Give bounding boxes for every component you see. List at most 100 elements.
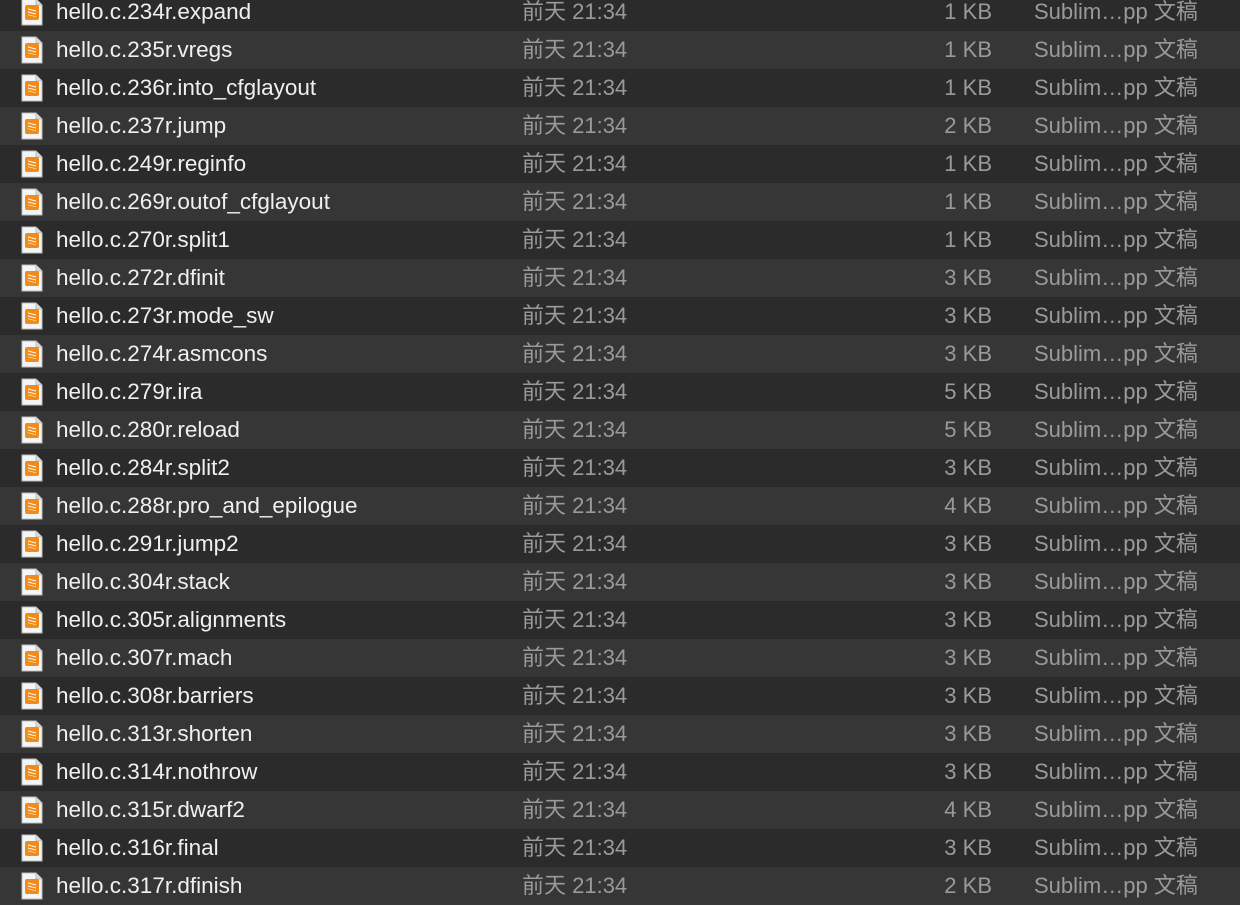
file-row[interactable]: hello.c.234r.expand 前天 21:34 1 KB Sublim… — [0, 0, 1240, 31]
file-date-modified: 前天 21:34 — [522, 455, 628, 480]
file-size: 3 KB — [944, 455, 992, 480]
file-size: 3 KB — [944, 303, 992, 328]
file-size: 3 KB — [944, 683, 992, 708]
file-row[interactable]: hello.c.274r.asmcons 前天 21:34 3 KB Subli… — [0, 335, 1240, 373]
file-name: hello.c.291r.jump2 — [56, 531, 239, 556]
file-date-modified: 前天 21:34 — [522, 75, 628, 100]
file-name: hello.c.308r.barriers — [56, 683, 254, 708]
file-row[interactable]: hello.c.307r.mach 前天 21:34 3 KB Sublim…p… — [0, 639, 1240, 677]
file-row[interactable]: hello.c.284r.split2 前天 21:34 3 KB Sublim… — [0, 449, 1240, 487]
file-row[interactable]: hello.c.305r.alignments 前天 21:34 3 KB Su… — [0, 601, 1240, 639]
sublime-document-icon — [21, 530, 43, 558]
sublime-document-icon — [21, 264, 43, 292]
file-row[interactable]: hello.c.314r.nothrow 前天 21:34 3 KB Subli… — [0, 753, 1240, 791]
file-name: hello.c.307r.mach — [56, 645, 233, 670]
file-row[interactable]: hello.c.272r.dfinit 前天 21:34 3 KB Sublim… — [0, 259, 1240, 297]
file-name: hello.c.270r.split1 — [56, 227, 230, 252]
file-row[interactable]: hello.c.236r.into_cfglayout 前天 21:34 1 K… — [0, 69, 1240, 107]
file-row[interactable]: hello.c.291r.jump2 前天 21:34 3 KB Sublim…… — [0, 525, 1240, 563]
sublime-document-icon — [21, 796, 43, 824]
file-kind: Sublim…pp 文稿 — [1034, 455, 1198, 480]
file-kind: Sublim…pp 文稿 — [1034, 113, 1198, 138]
file-date-modified: 前天 21:34 — [522, 0, 628, 24]
file-row[interactable]: hello.c.288r.pro_and_epilogue 前天 21:34 4… — [0, 487, 1240, 525]
file-date-modified: 前天 21:34 — [522, 873, 628, 898]
file-size: 3 KB — [944, 341, 992, 366]
file-row[interactable]: hello.c.279r.ira 前天 21:34 5 KB Sublim…pp… — [0, 373, 1240, 411]
sublime-document-icon — [21, 378, 43, 406]
file-row[interactable]: hello.c.249r.reginfo 前天 21:34 1 KB Subli… — [0, 145, 1240, 183]
file-size: 3 KB — [944, 759, 992, 784]
file-kind: Sublim…pp 文稿 — [1034, 493, 1198, 518]
file-name: hello.c.272r.dfinit — [56, 265, 225, 290]
file-row[interactable]: hello.c.235r.vregs 前天 21:34 1 KB Sublim…… — [0, 31, 1240, 69]
file-name: hello.c.235r.vregs — [56, 37, 233, 62]
file-date-modified: 前天 21:34 — [522, 227, 628, 252]
file-kind: Sublim…pp 文稿 — [1034, 341, 1198, 366]
sublime-document-icon — [21, 454, 43, 482]
sublime-document-icon — [21, 36, 43, 64]
sublime-document-icon — [21, 416, 43, 444]
file-row[interactable]: hello.c.308r.barriers 前天 21:34 3 KB Subl… — [0, 677, 1240, 715]
file-size: 5 KB — [944, 417, 992, 442]
file-size: 3 KB — [944, 531, 992, 556]
file-kind: Sublim…pp 文稿 — [1034, 303, 1198, 328]
file-kind: Sublim…pp 文稿 — [1034, 265, 1198, 290]
file-kind: Sublim…pp 文稿 — [1034, 607, 1198, 632]
file-row[interactable]: hello.c.273r.mode_sw 前天 21:34 3 KB Subli… — [0, 297, 1240, 335]
file-date-modified: 前天 21:34 — [522, 417, 628, 442]
sublime-document-icon — [21, 150, 43, 178]
file-name: hello.c.314r.nothrow — [56, 759, 258, 784]
sublime-document-icon — [21, 340, 43, 368]
sublime-document-icon — [21, 226, 43, 254]
file-name: hello.c.313r.shorten — [56, 721, 253, 746]
file-name: hello.c.317r.dfinish — [56, 873, 243, 898]
file-size: 4 KB — [944, 493, 992, 518]
file-kind: Sublim…pp 文稿 — [1034, 379, 1198, 404]
file-size: 1 KB — [944, 37, 992, 62]
file-date-modified: 前天 21:34 — [522, 113, 628, 138]
file-list: hello.c.234r.expand 前天 21:34 1 KB Sublim… — [0, 0, 1240, 905]
file-kind: Sublim…pp 文稿 — [1034, 759, 1198, 784]
file-row[interactable]: hello.c.304r.stack 前天 21:34 3 KB Sublim…… — [0, 563, 1240, 601]
file-size: 3 KB — [944, 721, 992, 746]
file-row[interactable]: hello.c.270r.split1 前天 21:34 1 KB Sublim… — [0, 221, 1240, 259]
sublime-document-icon — [21, 0, 43, 26]
file-kind: Sublim…pp 文稿 — [1034, 417, 1198, 442]
sublime-document-icon — [21, 720, 43, 748]
file-date-modified: 前天 21:34 — [522, 759, 628, 784]
file-row[interactable]: hello.c.280r.reload 前天 21:34 5 KB Sublim… — [0, 411, 1240, 449]
file-name: hello.c.249r.reginfo — [56, 151, 247, 176]
file-date-modified: 前天 21:34 — [522, 645, 628, 670]
file-size: 1 KB — [944, 151, 992, 176]
sublime-document-icon — [21, 568, 43, 596]
file-date-modified: 前天 21:34 — [522, 37, 628, 62]
sublime-document-icon — [21, 834, 43, 862]
file-row[interactable]: hello.c.269r.outof_cfglayout 前天 21:34 1 … — [0, 183, 1240, 221]
file-name: hello.c.234r.expand — [56, 0, 252, 24]
file-date-modified: 前天 21:34 — [522, 569, 628, 594]
sublime-document-icon — [21, 492, 43, 520]
file-row[interactable]: hello.c.316r.final 前天 21:34 3 KB Sublim…… — [0, 829, 1240, 867]
file-kind: Sublim…pp 文稿 — [1034, 531, 1198, 556]
file-kind: Sublim…pp 文稿 — [1034, 37, 1198, 62]
sublime-document-icon — [21, 188, 43, 216]
file-kind: Sublim…pp 文稿 — [1034, 721, 1198, 746]
file-date-modified: 前天 21:34 — [522, 265, 628, 290]
file-date-modified: 前天 21:34 — [522, 189, 628, 214]
file-row[interactable]: hello.c.317r.dfinish 前天 21:34 2 KB Subli… — [0, 867, 1240, 905]
file-size: 2 KB — [944, 873, 992, 898]
file-name: hello.c.315r.dwarf2 — [56, 797, 245, 822]
file-date-modified: 前天 21:34 — [522, 151, 628, 176]
file-kind: Sublim…pp 文稿 — [1034, 227, 1198, 252]
file-row[interactable]: hello.c.313r.shorten 前天 21:34 3 KB Subli… — [0, 715, 1240, 753]
file-kind: Sublim…pp 文稿 — [1034, 75, 1198, 100]
file-name: hello.c.288r.pro_and_epilogue — [56, 493, 358, 518]
file-name: hello.c.279r.ira — [56, 379, 203, 404]
sublime-document-icon — [21, 758, 43, 786]
file-size: 3 KB — [944, 645, 992, 670]
file-row[interactable]: hello.c.237r.jump 前天 21:34 2 KB Sublim…p… — [0, 107, 1240, 145]
file-row[interactable]: hello.c.315r.dwarf2 前天 21:34 4 KB Sublim… — [0, 791, 1240, 829]
sublime-document-icon — [21, 302, 43, 330]
sublime-document-icon — [21, 644, 43, 672]
